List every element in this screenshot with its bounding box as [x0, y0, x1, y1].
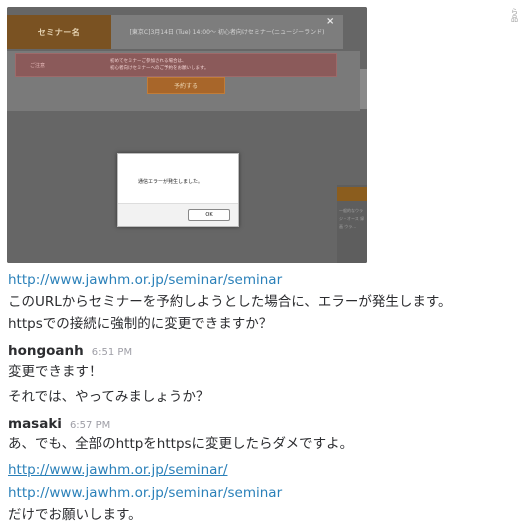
right-side-text: 一般的なウラ ジ・オース 録画 ウラ… [339, 208, 365, 229]
message-text: それでは、やってみましょうか？ [8, 389, 210, 405]
notice-line-2: 初心者向けセミナーへのご予約をお願いします。 [110, 66, 209, 71]
error-dialog: 通信エラーが発生しました。 OK [117, 153, 239, 227]
seminar-value: [東京C]3月14日 (Tue) 14:00～ 初心者向けセミナー(ニュージーラ… [111, 15, 343, 49]
message-header: hongoanh 6:51 PM [8, 342, 132, 362]
message-header: masaki 6:57 PM [8, 415, 110, 435]
close-icon: × [326, 16, 335, 27]
message-text: だけでお願いします。 [8, 507, 142, 523]
attached-screenshot[interactable]: セミナー名 [東京C]3月14日 (Tue) 14:00～ 初心者向けセミナー(… [7, 7, 367, 263]
dialog-footer: OK [118, 203, 238, 226]
notice-label: ご注意 [30, 62, 46, 69]
reserve-button: 予約する [147, 77, 225, 94]
message-link[interactable]: http://www.jawhm.or.jp/seminar/ [8, 461, 228, 480]
message-text: 変更できます！ [8, 364, 103, 380]
sender-name[interactable]: masaki [8, 416, 62, 432]
edge-fragment-second: 品 [511, 15, 518, 23]
notice-text: 初めてセミナーご参加される場合は、 初心者向けセミナーへのご予約をお願いします。 [110, 58, 209, 72]
sender-name[interactable]: hongoanh [8, 343, 84, 359]
right-orange-block [337, 187, 367, 201]
seminar-label: セミナー名 [7, 15, 111, 49]
message-link[interactable]: http://www.jawhm.or.jp/seminar/seminar [8, 271, 282, 290]
error-message: 通信エラーが発生しました。 [138, 179, 204, 185]
seminar-header: セミナー名 [東京C]3月14日 (Tue) 14:00～ 初心者向けセミナー(… [7, 15, 343, 49]
message-link[interactable]: http://www.jawhm.or.jp/seminar/seminar [8, 484, 282, 503]
message-text: あ、でも、全部のhttpをhttpsに変更したらダメですよ。 [8, 436, 354, 452]
message-timestamp[interactable]: 6:57 PM [70, 420, 110, 431]
message-text: このURLからセミナーを予約しようとした場合に、エラーが発生します。 [8, 294, 452, 310]
dialog-ok-button: OK [188, 209, 230, 221]
notice-box: ご注意 初めてセミナーご参加される場合は、 初心者向けセミナーへのご予約をお願い… [15, 53, 337, 77]
notice-line-1: 初めてセミナーご参加される場合は、 [110, 59, 187, 64]
side-block [360, 69, 367, 109]
message-timestamp[interactable]: 6:51 PM [92, 347, 132, 358]
message-text: httpsでの接続に強制的に変更できますか？ [8, 316, 273, 332]
